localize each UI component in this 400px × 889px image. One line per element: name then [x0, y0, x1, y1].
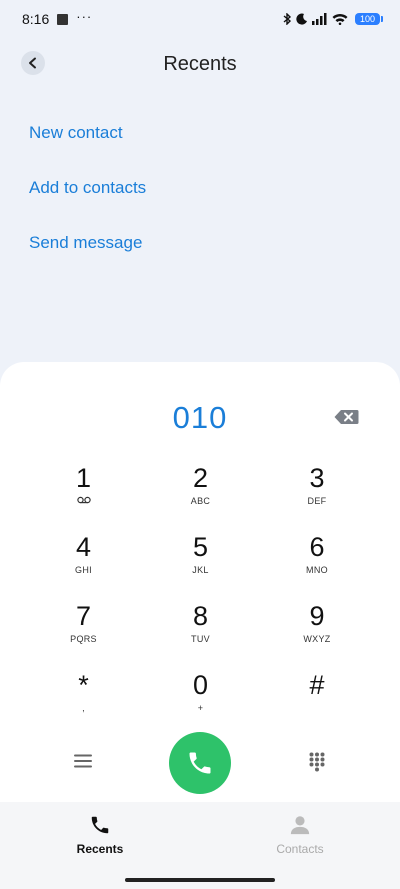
- voicemail-icon: [76, 496, 91, 504]
- header: Recents: [0, 44, 400, 84]
- key-8[interactable]: 8 TUV: [142, 598, 259, 667]
- backspace-button[interactable]: [334, 409, 359, 430]
- key-digit: 0: [192, 670, 209, 700]
- bluetooth-icon: [283, 13, 292, 25]
- key-digit: #: [309, 670, 325, 700]
- key-2[interactable]: 2 ABC: [142, 460, 259, 529]
- key-4[interactable]: 4 GHI: [25, 529, 142, 598]
- bottom-nav: Recents Contacts: [0, 802, 400, 889]
- key-letters: PQRS: [70, 634, 97, 644]
- person-icon: [290, 816, 310, 835]
- key-0[interactable]: 0 +: [142, 667, 259, 736]
- key-digit: 8: [192, 601, 209, 631]
- key-digit: 3: [309, 463, 325, 493]
- key-3[interactable]: 3 DEF: [259, 460, 375, 529]
- wifi-icon: [332, 14, 348, 25]
- menu-button[interactable]: [74, 754, 92, 773]
- nav-recents-label: Recents: [76, 842, 124, 856]
- key-digit: *: [78, 670, 89, 700]
- status-right: 100: [283, 13, 384, 25]
- back-button[interactable]: [21, 51, 45, 75]
- key-6[interactable]: 6 MNO: [259, 529, 375, 598]
- dialpad-icon: [309, 752, 325, 772]
- dialpad-toggle-button[interactable]: [309, 752, 325, 777]
- more-notifications-icon: ···: [76, 8, 93, 24]
- key-digit: 5: [192, 532, 209, 562]
- home-indicator[interactable]: [125, 878, 275, 882]
- key-letters: ABC: [190, 496, 211, 506]
- key-hash[interactable]: #: [259, 667, 375, 736]
- key-letters: TUV: [191, 634, 210, 644]
- key-digit: 4: [75, 532, 92, 562]
- status-bar: 8:16 ··· 100: [0, 0, 400, 38]
- nav-contacts[interactable]: Contacts: [200, 802, 400, 889]
- nav-recents[interactable]: Recents: [0, 802, 200, 889]
- key-letters: GHI: [75, 565, 92, 575]
- key-digit: 2: [192, 463, 209, 493]
- key-digit: 6: [309, 532, 325, 562]
- key-1[interactable]: 1: [25, 460, 142, 529]
- backspace-icon: [334, 410, 359, 424]
- key-letters: ,: [82, 703, 85, 713]
- key-letters: +: [197, 703, 204, 713]
- status-left: 8:16 ···: [22, 8, 93, 28]
- key-star[interactable]: * ,: [25, 667, 142, 736]
- key-7[interactable]: 7 PQRS: [25, 598, 142, 667]
- key-5[interactable]: 5 JKL: [142, 529, 259, 598]
- status-time: 8:16: [22, 11, 50, 27]
- send-message-link[interactable]: Send message: [29, 222, 146, 277]
- phone-icon: [189, 752, 211, 774]
- key-9[interactable]: 9 WXYZ: [259, 598, 375, 667]
- key-letters: JKL: [192, 565, 209, 575]
- add-to-contacts-link[interactable]: Add to contacts: [29, 167, 146, 222]
- key-letters: MNO: [306, 565, 328, 575]
- moon-icon: [296, 13, 307, 25]
- key-letters: WXYZ: [303, 634, 331, 644]
- phone-icon: [91, 816, 109, 834]
- key-letters: DEF: [307, 496, 327, 506]
- nav-contacts-label: Contacts: [276, 842, 324, 856]
- new-contact-link[interactable]: New contact: [29, 112, 146, 167]
- key-digit: 9: [309, 601, 325, 631]
- battery-icon: 100: [354, 13, 384, 25]
- notification-icon: [57, 13, 69, 25]
- number-actions: New contact Add to contacts Send message: [29, 112, 146, 277]
- menu-icon: [74, 754, 92, 768]
- key-digit: 7: [75, 601, 92, 631]
- keypad: 1 2 ABC 3 DEF 4 GHI 5 JKL 6 MNO 7 PQRS 8…: [25, 460, 375, 736]
- call-button[interactable]: [169, 732, 231, 794]
- dialer-controls: [0, 732, 400, 796]
- chevron-left-icon: [29, 57, 36, 69]
- signal-icon: [311, 13, 327, 25]
- page-title: Recents: [163, 52, 237, 75]
- key-digit: 1: [75, 463, 92, 493]
